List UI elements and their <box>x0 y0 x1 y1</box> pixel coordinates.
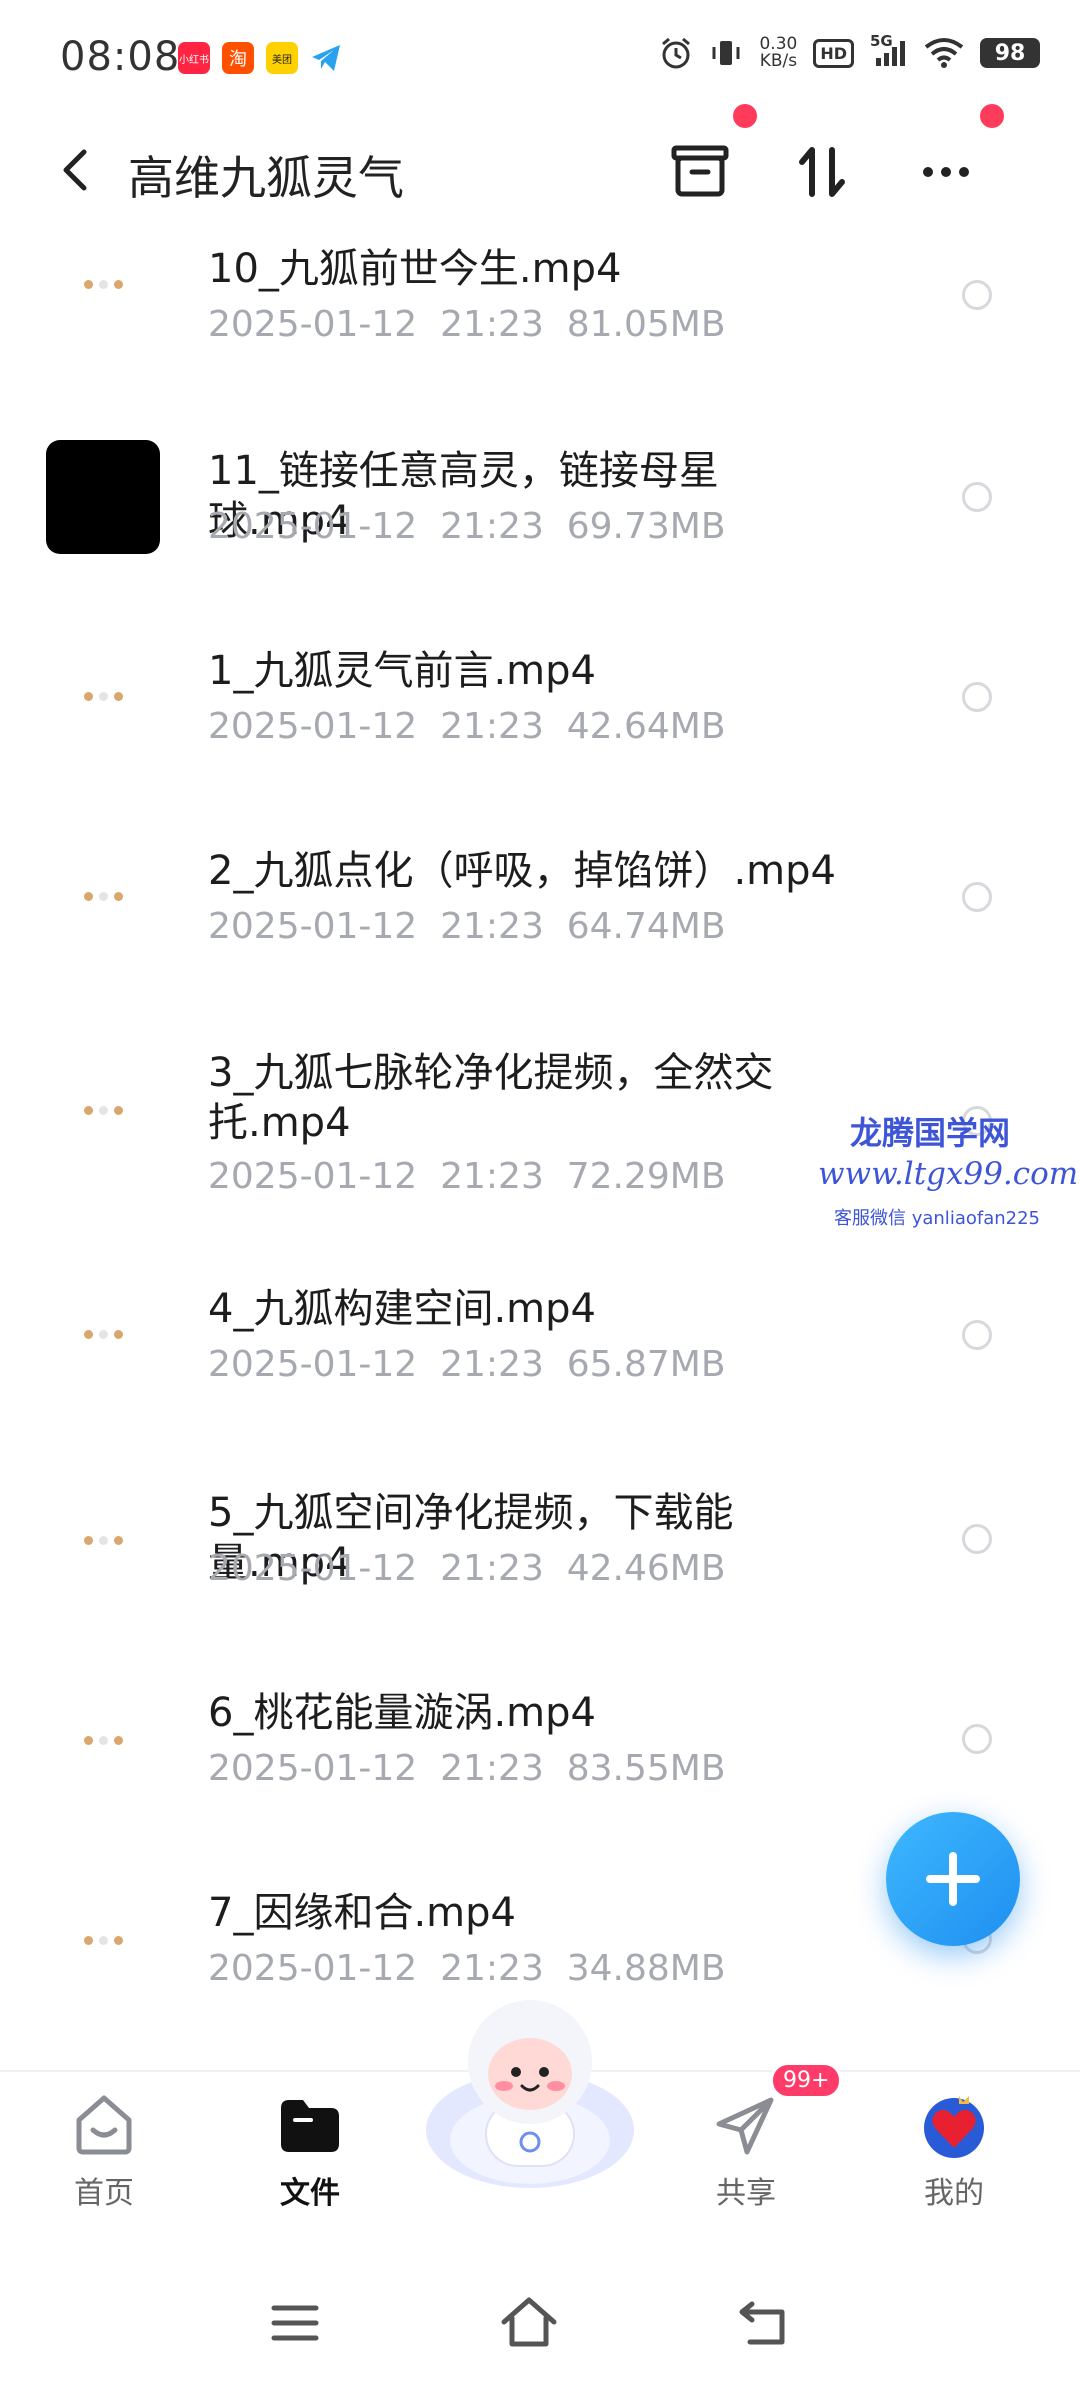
nav-label: 文件 <box>280 2176 340 2211</box>
archive-button[interactable] <box>660 132 740 212</box>
notification-icons: 小红书 淘 美团 <box>178 42 342 74</box>
watermark-url: www.ltgx99.com <box>818 1156 1079 1192</box>
wifi-icon <box>924 38 964 68</box>
header: 高维九狐灵气 <box>0 104 1080 230</box>
file-meta: 2025-01-12 21:23 42.46MB <box>208 1548 726 1589</box>
file-thumbnail <box>46 640 160 754</box>
select-radio[interactable] <box>962 682 992 712</box>
watermark-title: 龙腾国学网 <box>850 1114 1011 1152</box>
nav-share[interactable]: 共享 <box>676 2090 816 2212</box>
plus-icon <box>926 1852 980 1906</box>
mascot-icon <box>426 2000 634 2188</box>
more-button[interactable] <box>906 132 986 212</box>
nav-label: 首页 <box>74 2176 134 2211</box>
file-row[interactable]: 1_九狐灵气前言.mp4 2025-01-12 21:23 42.64MB <box>0 628 1080 828</box>
file-thumbnail <box>46 230 160 342</box>
taobao-icon: 淘 <box>222 42 254 74</box>
file-meta: 2025-01-12 21:23 34.88MB <box>208 1948 726 1989</box>
archive-icon <box>671 145 729 197</box>
mascot-button[interactable] <box>420 1990 640 2190</box>
battery-indicator: 98 <box>980 38 1040 68</box>
more-icon <box>923 167 969 177</box>
notification-dot <box>733 104 757 128</box>
nav-label: 共享 <box>716 2176 776 2211</box>
sort-button[interactable] <box>782 132 862 212</box>
nav-me[interactable]: 我的 <box>884 2090 1024 2212</box>
home-outline-icon <box>501 2297 557 2347</box>
file-meta: 2025-01-12 21:23 69.73MB <box>208 506 726 547</box>
file-meta: 2025-01-12 21:23 65.87MB <box>208 1344 726 1385</box>
sort-icon <box>799 147 845 197</box>
file-meta: 2025-01-12 21:23 81.05MB <box>208 304 726 345</box>
file-thumbnail <box>46 840 160 954</box>
alarm-icon <box>662 37 691 69</box>
system-icons: 0.30 KB/s HD 5G 98 <box>659 32 1040 71</box>
file-thumbnail <box>46 1884 160 1998</box>
system-menu-button[interactable] <box>260 2288 330 2358</box>
back-icon <box>739 2301 785 2345</box>
file-name: 1_九狐灵气前言.mp4 <box>208 648 596 694</box>
select-radio[interactable] <box>962 1524 992 1554</box>
file-row[interactable]: 10_九狐前世今生.mp4 2025-01-12 21:23 81.05MB <box>0 230 1080 428</box>
status-bar: 08:08 小红书 淘 美团 0.30 KB/s HD 5G 98 <box>0 0 1080 110</box>
menu-icon <box>271 2305 319 2341</box>
system-nav-bar <box>0 2250 1080 2400</box>
hd-badge: HD <box>813 38 854 68</box>
notification-dot <box>980 104 1004 128</box>
status-time: 08:08 <box>60 34 181 80</box>
file-name: 3_九狐七脉轮净化提频，全然交托.mp4 <box>208 1050 774 1146</box>
avatar-icon <box>924 2096 984 2158</box>
file-thumbnail <box>46 1054 160 1168</box>
file-row[interactable]: 11_链接任意高灵，链接母星球.mp4 2025-01-12 21:23 69.… <box>0 428 1080 628</box>
select-radio[interactable] <box>962 1724 992 1754</box>
file-thumbnail <box>46 1684 160 1798</box>
send-icon <box>716 2097 774 2155</box>
home-icon <box>76 2095 132 2155</box>
file-row[interactable]: 2_九狐点化（呼吸，掉馅饼）.mp4 2025-01-12 21:23 64.7… <box>0 828 1080 1028</box>
file-meta: 2025-01-12 21:23 64.74MB <box>208 906 726 947</box>
watermark-contact: 客服微信 yanliaofan225 <box>834 1208 1040 1229</box>
select-radio[interactable] <box>962 482 992 512</box>
system-home-button[interactable] <box>494 2288 564 2358</box>
file-row[interactable]: 5_九狐空间净化提频，下载能量.mp4 2025-01-12 21:23 42.… <box>0 1478 1080 1678</box>
file-thumbnail <box>46 1278 160 1392</box>
file-meta: 2025-01-12 21:23 72.29MB <box>208 1156 726 1197</box>
file-name: 7_因缘和合.mp4 <box>208 1890 516 1936</box>
file-name: 4_九狐构建空间.mp4 <box>208 1286 596 1332</box>
select-radio[interactable] <box>962 882 992 912</box>
file-thumbnail <box>46 1484 160 1598</box>
xiaohongshu-icon: 小红书 <box>178 42 210 74</box>
nav-label: 我的 <box>924 2176 984 2211</box>
file-meta: 2025-01-12 21:23 83.55MB <box>208 1748 726 1789</box>
file-meta: 2025-01-12 21:23 42.64MB <box>208 706 726 747</box>
file-name: 2_九狐点化（呼吸，掉馅饼）.mp4 <box>208 848 836 894</box>
meituan-icon: 美团 <box>266 42 298 74</box>
add-button[interactable] <box>886 1812 1020 1946</box>
nav-files[interactable]: 文件 <box>240 2090 380 2212</box>
vibrate-icon <box>712 41 740 65</box>
page-title: 高维九狐灵气 <box>128 151 404 205</box>
system-back-button[interactable] <box>728 2288 798 2358</box>
select-radio[interactable] <box>962 280 992 310</box>
telegram-icon <box>310 42 342 74</box>
back-button[interactable] <box>48 140 108 200</box>
net-speed: 0.30 KB/s <box>759 34 798 71</box>
file-name: 10_九狐前世今生.mp4 <box>208 246 622 292</box>
select-radio[interactable] <box>962 1320 992 1350</box>
chevron-left-icon <box>63 149 87 191</box>
file-name: 6_桃花能量漩涡.mp4 <box>208 1690 596 1736</box>
nav-home[interactable]: 首页 <box>34 2090 174 2212</box>
folder-icon <box>281 2100 339 2152</box>
share-badge: 99+ <box>770 2062 843 2099</box>
signal-icon: 5G <box>870 32 908 68</box>
file-row[interactable]: 4_九狐构建空间.mp4 2025-01-12 21:23 65.87MB <box>0 1278 1080 1478</box>
file-thumbnail <box>46 440 160 554</box>
